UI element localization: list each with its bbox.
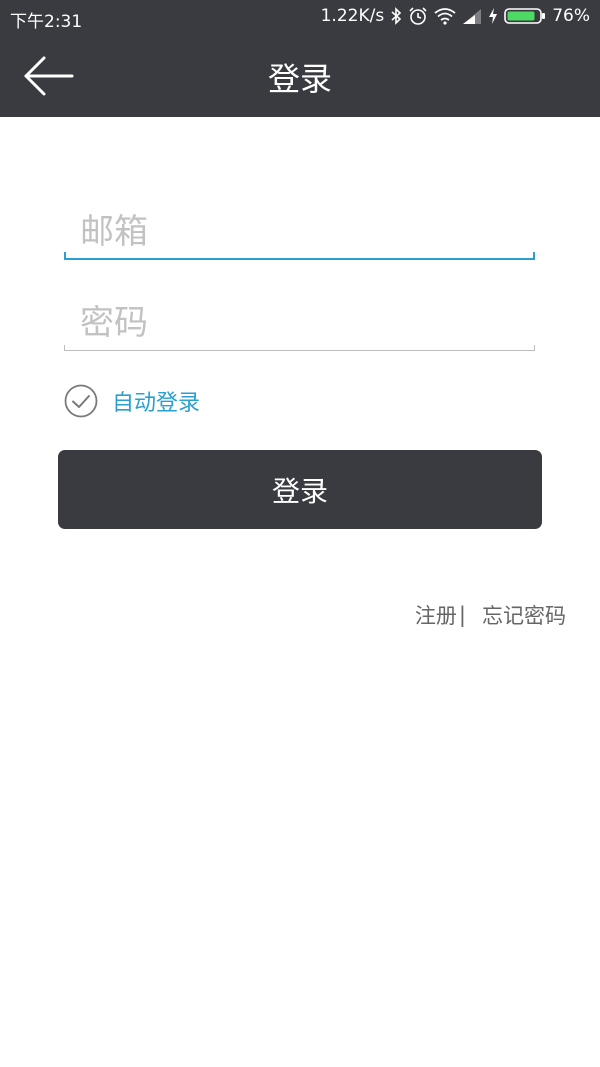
email-input[interactable] bbox=[64, 206, 551, 258]
password-underline-right-tick bbox=[534, 345, 535, 351]
network-speed: 1.22K/s bbox=[320, 6, 385, 26]
battery-icon bbox=[504, 7, 546, 25]
status-icons: 1.22K/s 76% bbox=[321, 6, 590, 26]
status-time: 下午2:31 bbox=[10, 12, 83, 32]
login-button[interactable]: 登录 bbox=[58, 450, 542, 529]
battery-percent: 76% bbox=[552, 6, 590, 26]
email-field-container bbox=[64, 206, 551, 260]
email-underline-right-tick bbox=[533, 252, 535, 260]
account-links: 注册 | 忘记密码 bbox=[415, 600, 566, 630]
password-underline-left-tick bbox=[64, 345, 65, 351]
register-link[interactable]: 注册 bbox=[415, 600, 457, 630]
bluetooth-icon bbox=[390, 7, 402, 25]
password-input[interactable] bbox=[64, 297, 551, 349]
page-title: 登录 bbox=[267, 60, 332, 98]
email-underline bbox=[64, 258, 535, 260]
charging-icon bbox=[488, 7, 498, 25]
password-underline bbox=[64, 350, 535, 351]
auto-login-checkbox[interactable]: 自动登录 bbox=[64, 384, 200, 418]
status-bar: 下午2:31 1.22K/s 76% bbox=[0, 0, 600, 34]
check-circle-icon bbox=[64, 384, 98, 418]
alarm-icon bbox=[408, 6, 428, 26]
link-separator: | bbox=[458, 603, 466, 627]
signal-icon bbox=[462, 8, 482, 24]
forgot-password-link[interactable]: 忘记密码 bbox=[482, 600, 566, 630]
wifi-icon bbox=[434, 7, 456, 25]
email-underline-left-tick bbox=[64, 252, 66, 260]
app-bar: 登录 bbox=[0, 34, 600, 117]
password-field-container bbox=[64, 297, 551, 351]
auto-login-label: 自动登录 bbox=[112, 391, 201, 416]
